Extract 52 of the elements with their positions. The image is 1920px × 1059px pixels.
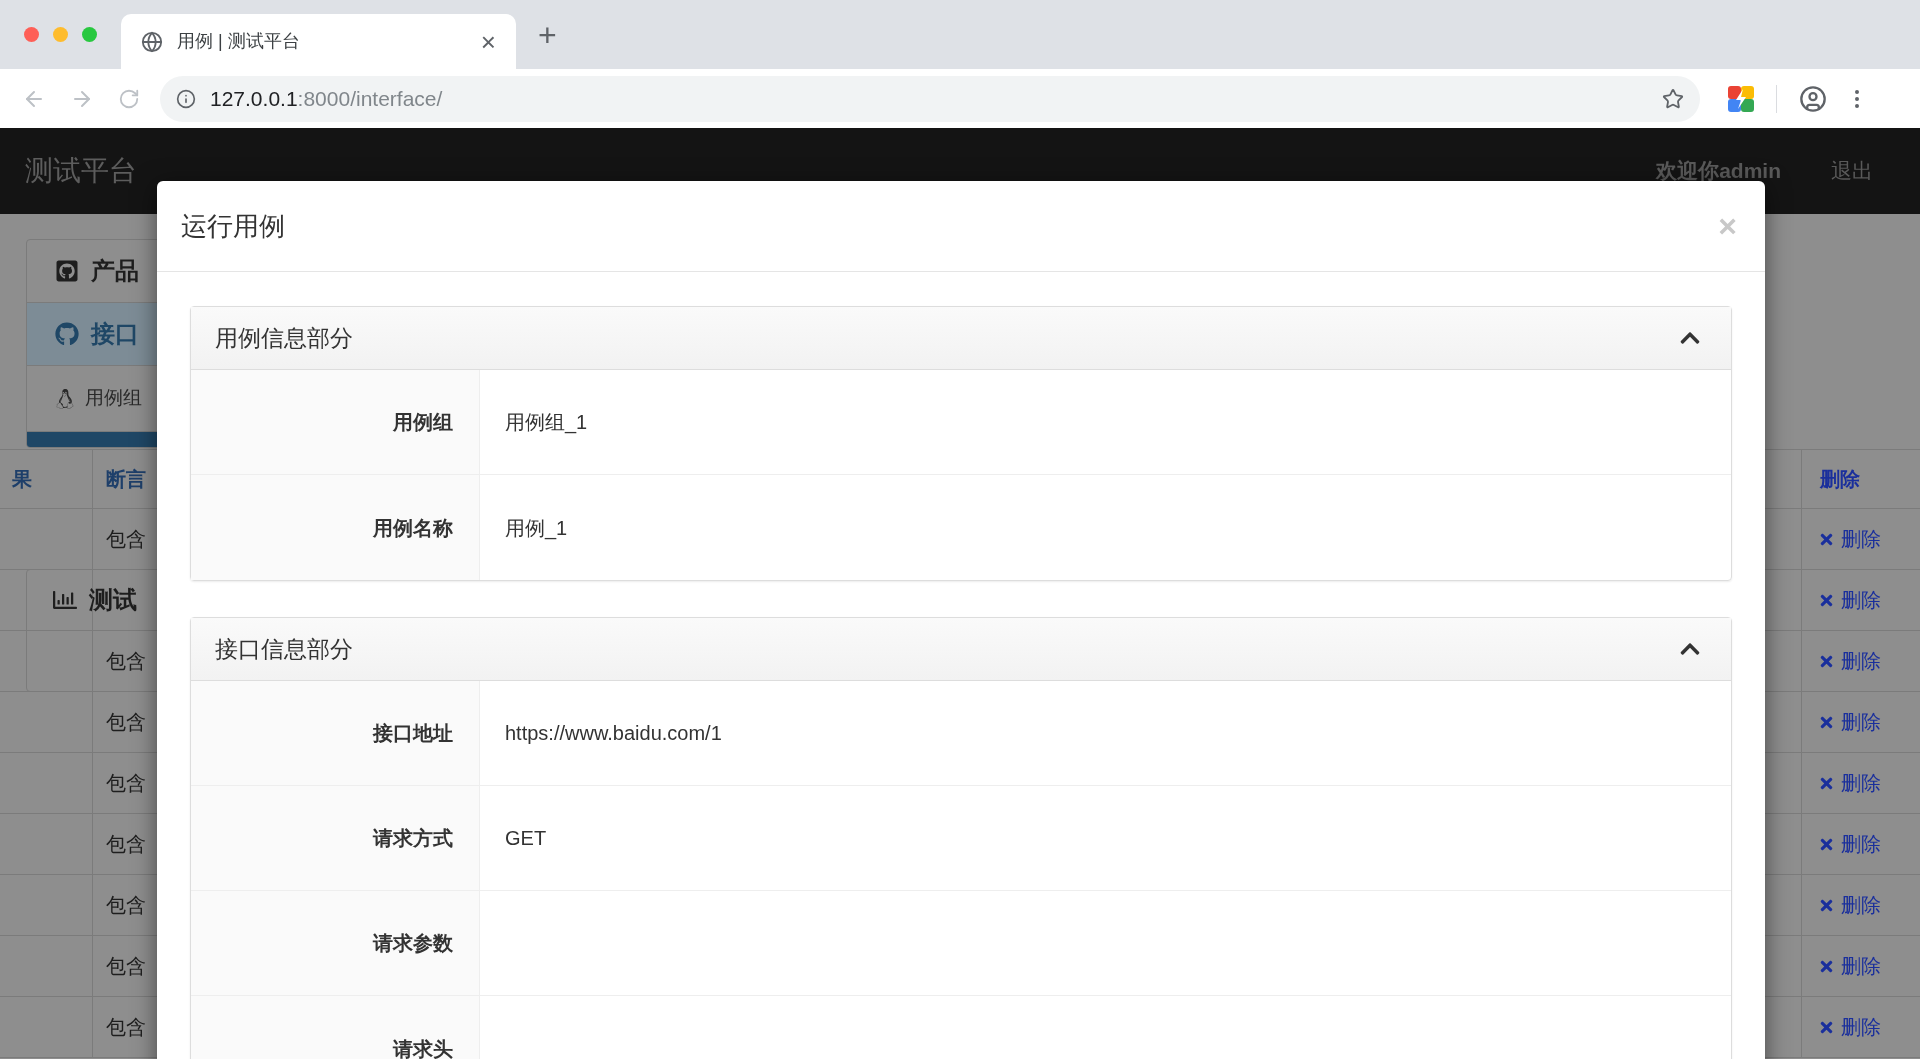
url-text: 127.0.0.1:8000/interface/ [210, 85, 444, 112]
delete-link[interactable]: 删除 [1818, 646, 1881, 676]
modal-title: 运行用例 [181, 209, 286, 243]
table-cell-text: 包含 [106, 771, 146, 796]
table-cell-text: 包含 [106, 1015, 146, 1040]
delete-link[interactable]: 删除 [1818, 707, 1881, 737]
bookmark-star-icon[interactable] [1662, 87, 1684, 110]
github-icon [55, 322, 79, 346]
table-cell-text: 包含 [106, 649, 146, 674]
delete-link[interactable]: 删除 [1818, 768, 1881, 798]
table-header-cell-text: 删除 [1818, 467, 1861, 492]
table-cell-text: 包含 [106, 832, 146, 857]
field-label: 用例名称 [373, 515, 453, 541]
account-icon[interactable] [1799, 84, 1827, 113]
close-window-icon[interactable] [24, 27, 39, 42]
url-field[interactable]: 127.0.0.1:8000/interface/ [160, 75, 1700, 122]
delete-link[interactable]: 删除 [1818, 1012, 1881, 1042]
delete-link[interactable]: 删除 [1818, 951, 1881, 981]
penguin-icon [55, 388, 75, 409]
tab-title: 用例 | 测试平台 [177, 30, 301, 53]
field-value: 用例组_1 [505, 410, 588, 436]
field-label: 请求头 [393, 1036, 453, 1059]
delete-link[interactable]: 删除 [1818, 829, 1881, 859]
table-cell-text: 包含 [106, 710, 146, 735]
new-tab-button[interactable]: + [538, 18, 557, 51]
delete-link[interactable]: 删除 [1818, 585, 1881, 615]
field-label: 请求参数 [373, 931, 453, 956]
browser-tab[interactable]: 用例 | 测试平台 × [121, 14, 516, 69]
field-value: GET [505, 826, 547, 851]
panel-header[interactable]: 接口信息部分 [191, 618, 1731, 681]
field-label: 接口地址 [373, 721, 453, 746]
panel-title: 接口信息部分 [215, 634, 354, 664]
field-label: 请求方式 [373, 826, 453, 851]
table-header-cell: 果 [0, 450, 93, 508]
panel-title: 用例信息部分 [215, 323, 354, 353]
tab-close-button[interactable]: × [480, 28, 496, 55]
globe-icon [141, 30, 163, 53]
welcome-text: 欢迎你admin [1656, 158, 1781, 185]
info-icon [176, 88, 196, 109]
table-cell-text: 包含 [106, 527, 146, 552]
extension-icon[interactable] [1728, 85, 1754, 112]
table-cell-text: 包含 [106, 954, 146, 979]
bar-chart-icon [53, 588, 77, 612]
field-value: https://www.baidu.com/1 [505, 721, 722, 746]
panel-header[interactable]: 用例信息部分 [191, 307, 1731, 370]
field-value: 用例_1 [505, 515, 568, 542]
delete-link[interactable]: 删除 [1818, 890, 1881, 920]
delete-link[interactable]: 删除 [1818, 524, 1881, 554]
field-label: 用例组 [393, 410, 453, 435]
table-cell-text: 包含 [106, 893, 146, 918]
logout-link[interactable]: 退出 [1831, 155, 1873, 187]
github-icon [55, 259, 79, 283]
